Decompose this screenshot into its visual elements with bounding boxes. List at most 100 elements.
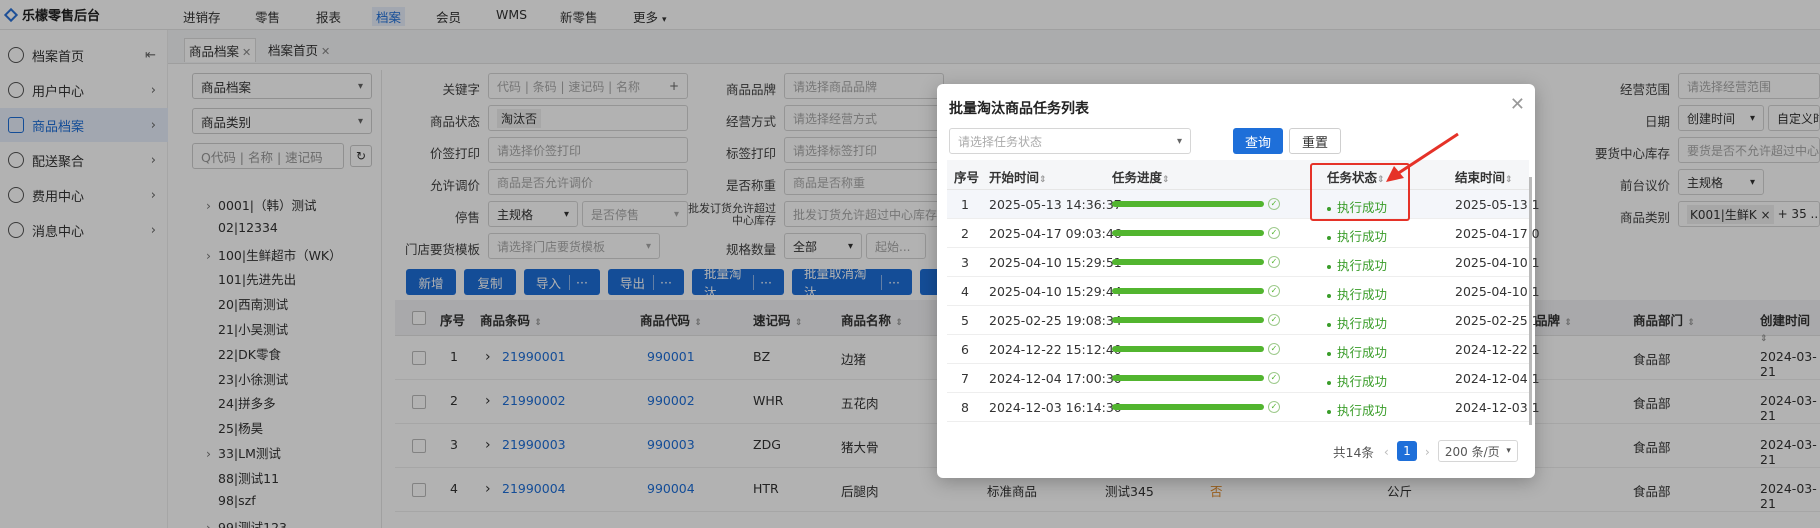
status-text: 执行成功: [1337, 345, 1388, 360]
check-circle-icon: ✓: [1268, 256, 1280, 268]
check-circle-icon: ✓: [1268, 198, 1280, 210]
chevron-down-icon: ▾: [1176, 135, 1182, 147]
task-row[interactable]: 1 2025-05-13 14:36:37 ✓ 执行成功 2025-05-13 1: [947, 190, 1540, 219]
button-label: 重置: [1301, 135, 1328, 151]
check-circle-icon: ✓: [1268, 227, 1280, 239]
task-row[interactable]: 8 2024-12-03 16:14:30 ✓ 执行成功 2024-12-03 1: [947, 393, 1540, 422]
task-progress: ✓: [1112, 343, 1280, 355]
task-row[interactable]: 6 2024-12-22 15:12:40 ✓ 执行成功 2024-12-22 1: [947, 335, 1540, 364]
task-row[interactable]: 2 2025-04-17 09:03:46 ✓ 执行成功 2025-04-17 0: [947, 219, 1540, 248]
task-progress: ✓: [1112, 285, 1280, 297]
annotation-arrow-icon: [1386, 132, 1459, 182]
page-1[interactable]: 1: [1396, 441, 1417, 461]
task-start-time: 2025-02-25 19:08:34: [989, 313, 1122, 328]
check-circle-icon: ✓: [1268, 343, 1280, 355]
status-dot-icon: [1327, 380, 1331, 385]
task-row[interactable]: 7 2024-12-04 17:00:30 ✓ 执行成功 2024-12-04 1: [947, 364, 1540, 393]
task-end-time: 2024-12-04 1: [1455, 371, 1540, 386]
progress-bar: [1112, 346, 1264, 352]
query-button[interactable]: 查询: [1233, 128, 1283, 154]
reset-button[interactable]: 重置: [1289, 128, 1341, 154]
task-number: 8: [961, 400, 969, 415]
task-row[interactable]: 3 2025-04-10 15:29:51 ✓ 执行成功 2025-04-10 1: [947, 248, 1540, 277]
task-end-time: 2025-02-25 1: [1455, 313, 1540, 328]
chevron-down-icon: ▾: [1506, 446, 1511, 456]
task-number: 3: [961, 255, 969, 270]
task-end-time: 2024-12-03 1: [1455, 400, 1540, 415]
task-progress: ✓: [1112, 256, 1280, 268]
progress-bar: [1112, 259, 1264, 265]
status-dot-icon: [1327, 351, 1331, 356]
task-start-time: 2024-12-04 17:00:30: [989, 371, 1122, 386]
progress-bar: [1112, 375, 1264, 381]
task-number: 6: [961, 342, 969, 357]
task-number: 4: [961, 284, 969, 299]
task-row[interactable]: 4 2025-04-10 15:29:44 ✓ 执行成功 2025-04-10 1: [947, 277, 1540, 306]
task-number: 5: [961, 313, 969, 328]
status-dot-icon: [1327, 322, 1331, 327]
task-status: 执行成功: [1327, 284, 1387, 303]
sort-icon: ⇕: [1162, 175, 1170, 185]
chevron-left-icon[interactable]: ‹: [1384, 444, 1389, 459]
modal-title: 批量淘汰商品任务列表: [949, 101, 1089, 117]
task-progress: ✓: [1112, 198, 1280, 210]
sort-icon: ⇕: [1505, 175, 1513, 185]
task-start-time: 2025-04-17 09:03:46: [989, 226, 1122, 241]
status-dot-icon: [1327, 235, 1331, 240]
progress-bar: [1112, 201, 1264, 207]
check-circle-icon: ✓: [1268, 285, 1280, 297]
check-circle-icon: ✓: [1268, 314, 1280, 326]
chevron-right-icon[interactable]: ›: [1425, 444, 1430, 459]
status-text: 执行成功: [1337, 374, 1388, 389]
pagination: 共14条 ‹ 1 › 200 条/页 ▾: [1333, 440, 1518, 462]
status-text: 执行成功: [1337, 258, 1388, 273]
progress-bar: [1112, 230, 1264, 236]
task-end-time: 2025-04-17 0: [1455, 226, 1540, 241]
task-status: 执行成功: [1327, 226, 1387, 245]
button-label: 查询: [1244, 135, 1271, 151]
header-label: 任务进度: [1112, 170, 1163, 185]
task-start-time: 2025-04-10 15:29:44: [989, 284, 1122, 299]
progress-bar: [1112, 288, 1264, 294]
task-progress: ✓: [1112, 227, 1280, 239]
task-number: 7: [961, 371, 969, 386]
task-progress: ✓: [1112, 314, 1280, 326]
status-text: 执行成功: [1337, 403, 1388, 418]
task-end-time: 2025-05-13 1: [1455, 197, 1540, 212]
task-status: 执行成功: [1327, 371, 1387, 390]
total-count: 共14条: [1333, 444, 1374, 460]
placeholder: 请选择任务状态: [958, 134, 1043, 149]
close-icon[interactable]: ✕: [1510, 94, 1525, 115]
task-progress: ✓: [1112, 372, 1280, 384]
page-size-select[interactable]: 200 条/页 ▾: [1437, 440, 1518, 462]
task-status-select[interactable]: 请选择任务状态 ▾: [949, 128, 1191, 154]
task-progress: ✓: [1112, 401, 1280, 413]
task-number: 1: [961, 197, 969, 212]
status-dot-icon: [1327, 293, 1331, 298]
task-status: 执行成功: [1327, 255, 1387, 274]
check-circle-icon: ✓: [1268, 401, 1280, 413]
task-status: 执行成功: [1327, 313, 1387, 332]
status-text: 执行成功: [1337, 316, 1388, 331]
task-end-time: 2025-04-10 1: [1455, 284, 1540, 299]
task-start-time: 2025-04-10 15:29:51: [989, 255, 1122, 270]
header-label: 开始时间: [989, 170, 1040, 185]
task-start-time: 2024-12-22 15:12:40: [989, 342, 1122, 357]
status-text: 执行成功: [1337, 229, 1388, 244]
modal-overlay[interactable]: [0, 0, 1820, 528]
task-table-scrollbar[interactable]: [1529, 177, 1532, 425]
select-value: 200 条/页: [1444, 444, 1500, 459]
task-start-time: 2024-12-03 16:14:30: [989, 400, 1122, 415]
task-start-time: 2025-05-13 14:36:37: [989, 197, 1122, 212]
task-number: 2: [961, 226, 969, 241]
sort-icon: ⇕: [1039, 175, 1047, 185]
status-text: 执行成功: [1337, 287, 1388, 302]
task-row[interactable]: 5 2025-02-25 19:08:34 ✓ 执行成功 2025-02-25 1: [947, 306, 1540, 335]
check-circle-icon: ✓: [1268, 372, 1280, 384]
status-dot-icon: [1327, 264, 1331, 269]
task-status: 执行成功: [1327, 400, 1387, 419]
status-dot-icon: [1327, 409, 1331, 414]
progress-bar: [1112, 404, 1264, 410]
task-status: 执行成功: [1327, 342, 1387, 361]
task-end-time: 2025-04-10 1: [1455, 255, 1540, 270]
